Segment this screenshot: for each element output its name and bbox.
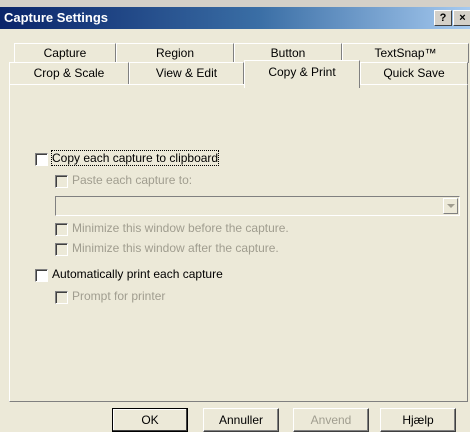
tab-view-edit[interactable]: View & Edit <box>129 62 244 84</box>
close-icon[interactable]: × <box>453 10 470 26</box>
minimize-before-checkbox[interactable] <box>55 223 68 236</box>
auto-print-label[interactable]: Automatically print each capture <box>52 267 223 281</box>
tab-capture[interactable]: Capture <box>14 43 116 63</box>
cancel-button[interactable]: Annuller <box>203 408 279 432</box>
paste-each-checkbox[interactable] <box>55 175 68 188</box>
minimize-after-checkbox[interactable] <box>55 243 68 256</box>
copy-clipboard-checkbox[interactable] <box>35 153 48 166</box>
prompt-printer-checkbox[interactable] <box>55 291 68 304</box>
apply-button[interactable]: Anvend <box>293 408 369 432</box>
capture-settings-dialog: Capture Settings ? × Capture Region Butt… <box>0 0 470 432</box>
prompt-printer-label: Prompt for printer <box>72 289 166 303</box>
tab-textsnap[interactable]: TextSnap™ <box>342 43 469 63</box>
ok-button[interactable]: OK <box>112 408 188 432</box>
tab-crop-scale[interactable]: Crop & Scale <box>9 62 129 84</box>
window-title: Capture Settings <box>4 10 109 25</box>
copy-print-panel: Copy each capture to clipboard Paste eac… <box>9 84 468 402</box>
paste-target-dropdown[interactable] <box>55 196 460 216</box>
help-button[interactable]: Hjælp <box>380 408 456 432</box>
auto-print-checkbox[interactable] <box>35 269 48 282</box>
copy-clipboard-label[interactable]: Copy each capture to clipboard <box>50 150 220 166</box>
minimize-after-label: Minimize this window after the capture. <box>72 241 279 255</box>
paste-each-label: Paste each capture to: <box>72 173 193 187</box>
tab-copy-print[interactable]: Copy & Print <box>244 60 360 88</box>
minimize-before-label: Minimize this window before the capture. <box>72 221 289 235</box>
help-question-icon[interactable]: ? <box>434 10 452 26</box>
tab-quick-save[interactable]: Quick Save <box>360 62 468 84</box>
tab-region[interactable]: Region <box>116 43 234 63</box>
title-bar: Capture Settings ? × <box>0 7 470 29</box>
chevron-down-icon[interactable] <box>443 198 458 214</box>
